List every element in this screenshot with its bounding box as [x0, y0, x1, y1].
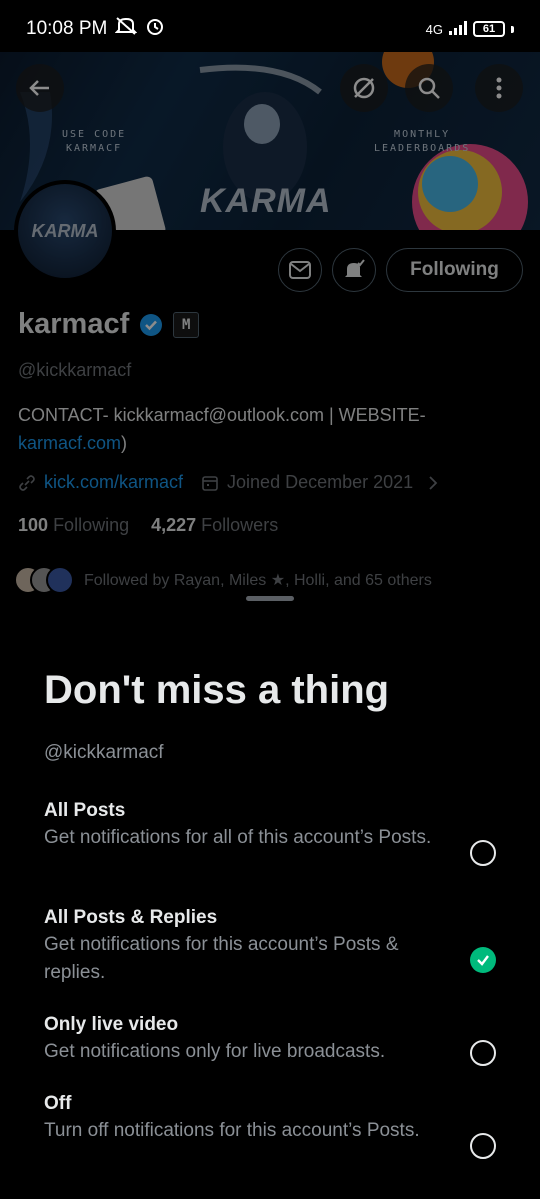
- link-icon: [19, 474, 35, 491]
- avatar-text: KARMA: [31, 220, 99, 241]
- following-count-link[interactable]: 100 Following: [18, 515, 129, 536]
- option-title: All Posts: [44, 800, 126, 821]
- bio-suffix: ): [121, 433, 128, 453]
- option-desc: Get notifications only for live broadcas…: [44, 1041, 386, 1062]
- followed-by-text: Followed by Rayan, Miles ★, Holli, and 6…: [84, 572, 432, 589]
- joined-date: Joined December 2021: [227, 472, 414, 492]
- banner-text-leaderboards: LEADERBOARDS: [374, 143, 471, 154]
- signal-icon: [449, 20, 467, 38]
- search-button[interactable]: [405, 64, 453, 112]
- more-vertical-icon: [496, 77, 502, 99]
- bio-link[interactable]: karmacf.com: [18, 433, 121, 453]
- option-title: Only live video: [44, 1014, 179, 1035]
- chevron-right-icon[interactable]: [427, 474, 439, 492]
- followed-by-row[interactable]: Followed by Rayan, Miles ★, Holli, and 6…: [14, 566, 432, 594]
- back-arrow-icon: [29, 80, 49, 96]
- radio-button-checked[interactable]: [470, 947, 496, 973]
- following-label: Following: [53, 515, 130, 535]
- avatar[interactable]: KARMA: [14, 180, 116, 282]
- following-button[interactable]: Following: [386, 248, 523, 292]
- verified-badge-icon[interactable]: [139, 313, 163, 337]
- calendar-icon: [202, 475, 218, 491]
- banner-text-code-value: KARMACF: [66, 143, 123, 154]
- profile-handle: @kickkarmacf: [18, 360, 132, 380]
- option-title: Off: [44, 1093, 72, 1114]
- affiliate-badge[interactable]: M: [173, 311, 200, 338]
- followers-count: 4,227: [151, 515, 197, 535]
- following-count: 100: [18, 515, 49, 535]
- status-bar: 10:08 PM 4G 61: [0, 0, 540, 58]
- radio-button[interactable]: [470, 840, 496, 866]
- grok-icon: [353, 77, 375, 99]
- banner-logo: KARMA: [200, 182, 332, 220]
- banner-text-code: USE CODE: [62, 129, 127, 140]
- followers-label: Followers: [201, 515, 279, 535]
- profile-name-row: karmacf M: [18, 308, 200, 341]
- alarm-icon: [145, 16, 165, 42]
- more-button[interactable]: [475, 64, 523, 112]
- option-desc: Get notifications for all of this accoun…: [44, 827, 432, 848]
- radio-button[interactable]: [470, 1133, 496, 1159]
- mute-icon: [114, 16, 138, 42]
- option-title: All Posts & Replies: [44, 907, 218, 928]
- back-button[interactable]: [16, 64, 64, 112]
- followers-count-link[interactable]: 4,227 Followers: [151, 515, 278, 536]
- option-desc: Get notifications for this account’s Pos…: [44, 934, 399, 983]
- notifications-button[interactable]: [332, 248, 376, 292]
- envelope-icon: [289, 261, 311, 279]
- profile-bio: CONTACT- kickkarmacf@outlook.com | WEBSI…: [18, 401, 518, 457]
- website-link[interactable]: kick.com/karmacf: [44, 472, 183, 493]
- follower-avatars: [14, 566, 74, 594]
- option-off[interactable]: Off Turn off notifications for this acco…: [44, 1091, 496, 1159]
- message-button[interactable]: [278, 248, 322, 292]
- follow-counts: 100 Following 4,227 Followers: [18, 515, 278, 536]
- battery-icon: 61: [473, 21, 505, 37]
- bio-text: CONTACT- kickkarmacf@outlook.com | WEBSI…: [18, 405, 426, 425]
- display-name: karmacf: [18, 308, 130, 340]
- avatar: [46, 566, 74, 594]
- clock: 10:08 PM: [26, 18, 108, 39]
- sheet-drag-handle[interactable]: [246, 596, 294, 601]
- search-icon: [418, 77, 440, 99]
- battery-tip: [511, 25, 514, 33]
- option-desc: Turn off notifications for this account’…: [44, 1120, 420, 1141]
- option-all-posts-replies[interactable]: All Posts & Replies Get notifications fo…: [44, 905, 496, 987]
- network-label: 4G: [425, 21, 443, 37]
- check-icon: [477, 955, 489, 966]
- grok-button[interactable]: [340, 64, 388, 112]
- sheet-handle: @kickkarmacf: [44, 742, 164, 763]
- option-all-posts[interactable]: All Posts Get notifications for all of t…: [44, 798, 496, 866]
- radio-button[interactable]: [470, 1040, 496, 1066]
- sheet-title: Don't miss a thing: [44, 668, 390, 712]
- bell-check-icon: [345, 259, 365, 277]
- profile-meta: kick.com/karmacf Joined December 2021: [18, 472, 439, 493]
- option-only-live-video[interactable]: Only live video Get notifications only f…: [44, 1012, 496, 1066]
- banner-text-monthly: MONTHLY: [394, 129, 451, 140]
